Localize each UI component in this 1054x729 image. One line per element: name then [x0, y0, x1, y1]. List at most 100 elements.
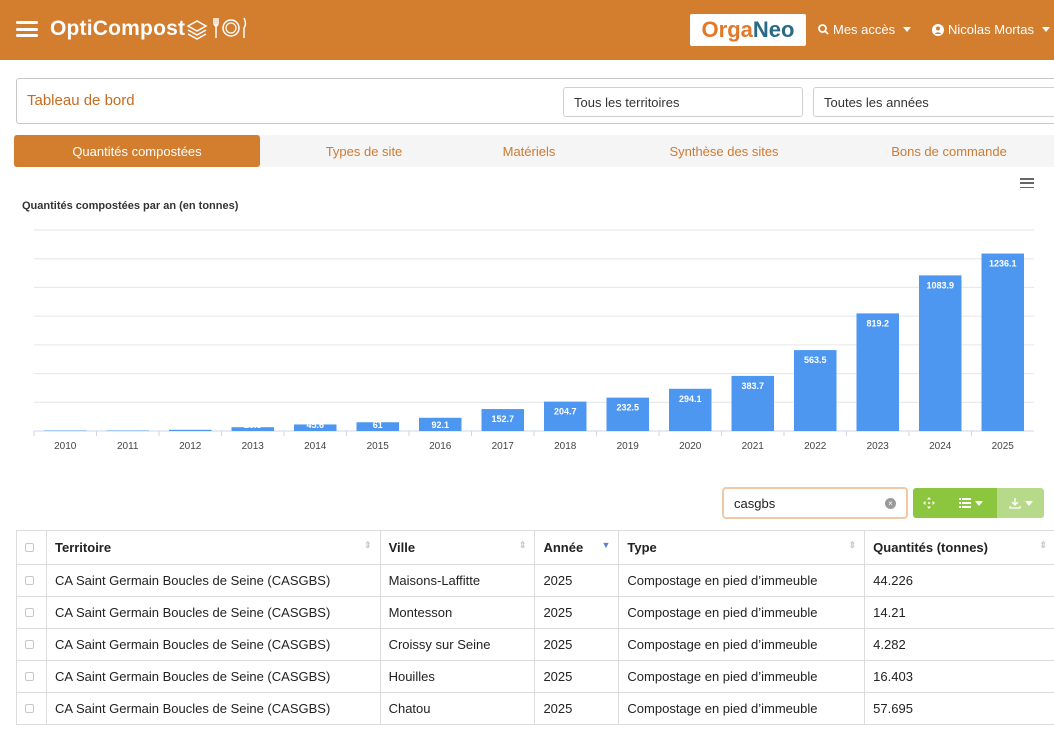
cell-quantites: 44.226 [864, 564, 1054, 597]
row-select-cell[interactable] [16, 564, 47, 597]
row-checkbox[interactable] [25, 704, 34, 713]
select-all-checkbox[interactable] [25, 543, 34, 552]
search-icon [818, 24, 829, 35]
tab-materiels[interactable]: Matériels [444, 135, 614, 167]
chevron-down-icon [975, 500, 983, 506]
x-tick-label: 2010 [54, 441, 77, 452]
cell-quantites: 4.282 [864, 628, 1054, 661]
table-row[interactable]: CA Saint Germain Boucles de Seine (CASGB… [16, 692, 1054, 725]
cell-ville: Croissy sur Seine [379, 628, 536, 661]
row-select-cell[interactable] [16, 628, 47, 661]
column-header-label: Type [627, 540, 657, 555]
clear-search-icon[interactable]: × [885, 498, 896, 509]
tab-synthese[interactable]: Synthèse des sites [614, 135, 834, 167]
bar-2025[interactable] [981, 253, 1025, 431]
x-tick-label: 2016 [429, 441, 452, 452]
x-tick-label: 2021 [742, 441, 765, 452]
cutlery-icon [213, 17, 247, 38]
territory-select[interactable]: Tous les territoires [563, 87, 803, 117]
bar-value-label: 232.5 [616, 403, 639, 413]
x-tick-label: 2023 [867, 441, 890, 452]
compost-layers-icon [186, 20, 208, 40]
cell-type: Compostage en pied d’immeuble [618, 628, 866, 661]
row-checkbox[interactable] [25, 672, 34, 681]
table-row[interactable]: CA Saint Germain Boucles de Seine (CASGB… [16, 660, 1054, 693]
search-input[interactable] [734, 496, 864, 511]
bar-value-label: 1083.9 [926, 280, 954, 290]
partner-logo-part1: Orga [701, 17, 753, 42]
user-icon [932, 23, 944, 36]
bar-2024[interactable] [919, 275, 962, 431]
year-select[interactable]: Toutes les années [813, 87, 1054, 117]
download-button[interactable] [997, 488, 1044, 518]
select-all-cell[interactable] [16, 530, 47, 565]
cell-annee: 2025 [534, 596, 620, 629]
x-tick-label: 2022 [804, 441, 827, 452]
cell-annee: 2025 [534, 628, 620, 661]
brand-icons [186, 16, 248, 40]
column-header-annee[interactable]: Année ▼ [534, 530, 620, 565]
bar-value-label: 26.5 [244, 420, 262, 430]
column-header-type[interactable]: Type ⇕ [618, 530, 866, 565]
access-menu-label: Mes accès [833, 22, 896, 37]
cell-ville: Montesson [379, 596, 536, 629]
sort-icon[interactable]: ⇕ [1039, 540, 1047, 550]
tab-types-site[interactable]: Types de site [264, 135, 464, 167]
cell-ville: Houilles [379, 660, 536, 693]
row-checkbox[interactable] [25, 608, 34, 617]
sort-icon[interactable]: ⇕ [364, 540, 372, 550]
bar-value-label: 383.7 [741, 381, 764, 391]
x-tick-label: 2020 [679, 441, 702, 452]
app-brand[interactable]: OptiCompost [50, 17, 185, 41]
table-search[interactable]: × [722, 487, 908, 519]
bar-2012[interactable] [169, 429, 212, 431]
menu-icon[interactable] [16, 16, 38, 42]
chevron-down-icon [1041, 27, 1050, 32]
bar-value-label: 92.1 [431, 420, 449, 430]
column-header-territoire[interactable]: Territoire ⇕ [45, 530, 381, 565]
column-header-label: Quantités (tonnes) [873, 540, 988, 555]
table-row[interactable]: CA Saint Germain Boucles de Seine (CASGB… [16, 628, 1054, 661]
table-row[interactable]: CA Saint Germain Boucles de Seine (CASGB… [16, 596, 1054, 629]
access-menu[interactable]: Mes accès [818, 22, 912, 37]
bar-value-label: 294.1 [679, 394, 702, 404]
x-tick-label: 2019 [617, 441, 640, 452]
x-tick-label: 2013 [242, 441, 265, 452]
x-tick-label: 2017 [492, 441, 515, 452]
column-header-quantites[interactable]: Quantités (tonnes) ⇕ [864, 530, 1054, 565]
row-checkbox[interactable] [25, 640, 34, 649]
bar-2011[interactable] [106, 430, 150, 432]
cell-annee: 2025 [534, 660, 620, 693]
tab-bons-commande[interactable]: Bons de commande [844, 135, 1054, 167]
results-table: Territoire ⇕ Ville ⇕ Année ▼ Type ⇕ Quantité… [16, 530, 1054, 725]
cell-annee: 2025 [534, 692, 620, 725]
cell-type: Compostage en pied d’immeuble [618, 660, 866, 693]
bar-2010[interactable] [44, 430, 87, 432]
columns-toggle-button[interactable] [945, 488, 997, 518]
row-select-cell[interactable] [16, 596, 47, 629]
column-header-ville[interactable]: Ville ⇕ [379, 530, 536, 565]
top-navbar: OptiCompost Orga Neo Mes accès Nicolas Mo… [0, 0, 1054, 60]
x-tick-label: 2025 [992, 441, 1015, 452]
row-checkbox[interactable] [25, 576, 34, 585]
table-row[interactable]: CA Saint Germain Boucles de Seine (CASGB… [16, 564, 1054, 597]
cell-quantites: 16.403 [864, 660, 1054, 693]
list-icon [959, 498, 971, 508]
user-menu[interactable]: Nicolas Mortas [932, 22, 1050, 37]
sort-icon[interactable]: ⇕ [519, 540, 527, 550]
move-columns-button[interactable] [913, 488, 945, 518]
cell-ville: Maisons-Laffitte [379, 564, 536, 597]
row-select-cell[interactable] [16, 660, 47, 693]
partner-logo-part2: Neo [752, 17, 795, 42]
chevron-down-icon [903, 27, 912, 32]
sort-desc-icon[interactable]: ▼ [601, 540, 610, 550]
row-select-cell[interactable] [16, 692, 47, 725]
sort-icon[interactable]: ⇕ [849, 540, 857, 550]
x-tick-label: 2015 [367, 441, 390, 452]
bar-value-label: 204.7 [554, 407, 577, 417]
chart-container: Quantités compostées par an (en tonnes) … [14, 175, 1054, 465]
bar-2023[interactable] [856, 313, 900, 431]
bar-value-label: 152.7 [491, 414, 514, 424]
tab-quantites[interactable]: Quantités compostées [14, 135, 260, 167]
column-header-label: Année [543, 540, 584, 555]
